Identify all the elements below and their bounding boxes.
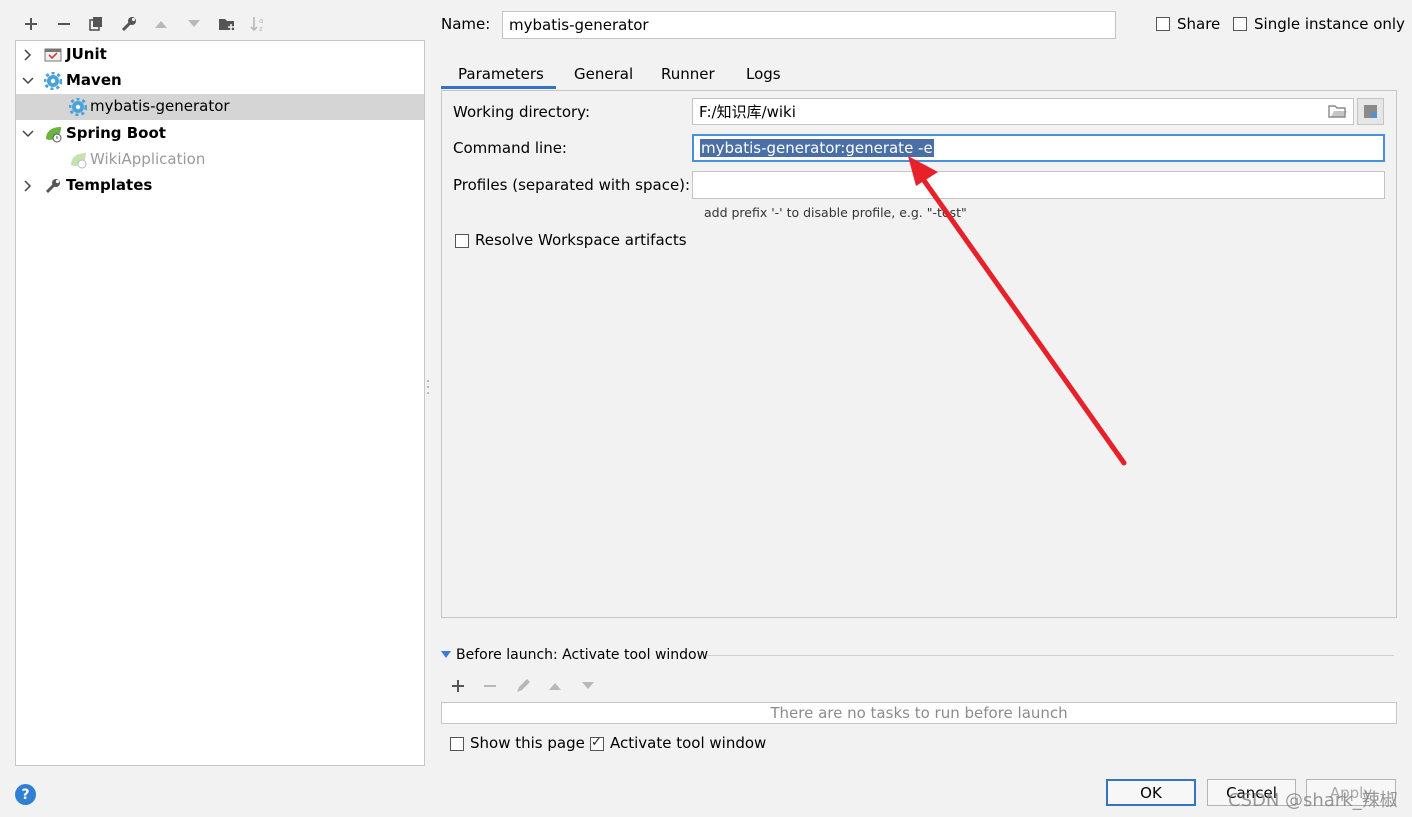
tab-label: Logs bbox=[746, 65, 781, 83]
working-directory-label: Working directory: bbox=[453, 103, 591, 121]
profiles-label: Profiles (separated with space): bbox=[453, 176, 691, 194]
ok-button[interactable]: OK bbox=[1106, 779, 1196, 806]
tree-item-wikiapplication[interactable]: WikiApplication bbox=[16, 147, 424, 173]
resolve-workspace-label: Resolve Workspace artifacts bbox=[475, 231, 687, 249]
name-input[interactable]: mybatis-generator bbox=[502, 11, 1116, 39]
working-directory-input[interactable]: F:/知识库/wiki bbox=[692, 98, 1354, 125]
splitter-handle[interactable] bbox=[426, 378, 430, 396]
tree-item-junit[interactable]: JUnit bbox=[16, 42, 424, 68]
active-tab-indicator bbox=[441, 86, 556, 89]
move-up-icon[interactable] bbox=[149, 12, 173, 36]
wrench-icon[interactable] bbox=[117, 12, 141, 36]
single-instance-label: Single instance only bbox=[1254, 15, 1405, 33]
move-down-icon[interactable] bbox=[182, 12, 206, 36]
svg-text:a: a bbox=[259, 17, 263, 25]
tree-item-mybatis-generator[interactable]: mybatis-generator bbox=[16, 94, 424, 120]
tree-item-spring-boot[interactable]: Spring Boot bbox=[16, 121, 424, 147]
junit-icon bbox=[44, 46, 62, 64]
edit-task-icon[interactable] bbox=[512, 676, 534, 696]
configuration-tree: JUnit Maven mybatis-generator Spring Boo… bbox=[15, 40, 425, 766]
tree-item-label: Spring Boot bbox=[66, 124, 166, 142]
tree-item-label: mybatis-generator bbox=[90, 97, 230, 115]
add-task-icon[interactable] bbox=[447, 676, 469, 696]
chevron-right-icon[interactable] bbox=[19, 45, 37, 65]
empty-task-text: There are no tasks to run before launch bbox=[770, 704, 1068, 722]
command-line-label: Command line: bbox=[453, 139, 567, 157]
copy-icon[interactable] bbox=[84, 12, 108, 36]
maven-gear-icon bbox=[68, 97, 88, 117]
add-icon[interactable] bbox=[19, 12, 43, 36]
chevron-right-icon[interactable] bbox=[19, 176, 37, 196]
tree-item-label: Maven bbox=[66, 71, 122, 89]
annotation-arrow bbox=[908, 156, 1127, 466]
working-directory-value: F:/知识库/wiki bbox=[699, 103, 796, 121]
tab-label: Parameters bbox=[458, 65, 544, 83]
tab-label: General bbox=[574, 65, 634, 83]
section-divider bbox=[707, 655, 1394, 656]
share-checkbox[interactable] bbox=[1156, 17, 1170, 31]
chevron-down-icon[interactable] bbox=[19, 71, 37, 91]
tab-label: Runner bbox=[661, 65, 715, 83]
module-macro-button[interactable] bbox=[1357, 98, 1384, 125]
activate-tool-window-checkbox[interactable] bbox=[590, 735, 604, 751]
folder-open-icon[interactable] bbox=[1328, 103, 1348, 119]
help-icon[interactable]: ? bbox=[15, 784, 36, 805]
name-label: Name: bbox=[441, 15, 491, 33]
show-page-checkbox[interactable] bbox=[450, 737, 464, 751]
tab-logs[interactable]: Logs bbox=[746, 60, 781, 88]
tree-item-label: Templates bbox=[66, 176, 153, 194]
before-launch-task-list[interactable]: There are no tasks to run before launch bbox=[441, 702, 1397, 724]
watermark: CSDN @shark_辣椒 bbox=[1228, 790, 1398, 811]
show-page-label: Show this page bbox=[470, 734, 585, 752]
remove-icon[interactable] bbox=[52, 12, 76, 36]
resolve-workspace-checkbox[interactable] bbox=[455, 234, 469, 248]
spring-leaf-icon bbox=[44, 125, 62, 143]
tab-general[interactable]: General bbox=[574, 60, 633, 88]
single-instance-checkbox[interactable] bbox=[1233, 17, 1247, 31]
tab-parameters[interactable]: Parameters bbox=[458, 60, 544, 88]
wrench-icon bbox=[44, 177, 62, 195]
spring-leaf-icon bbox=[69, 151, 87, 169]
share-label: Share bbox=[1177, 15, 1221, 33]
before-launch-title[interactable]: Before launch: Activate tool window bbox=[456, 647, 708, 663]
tree-item-label: JUnit bbox=[66, 45, 107, 63]
chevron-down-icon[interactable] bbox=[19, 124, 37, 144]
new-folder-icon[interactable] bbox=[215, 12, 239, 36]
activate-tool-window-label: Activate tool window bbox=[610, 734, 767, 752]
tab-runner[interactable]: Runner bbox=[661, 60, 715, 88]
ok-label: OK bbox=[1140, 783, 1162, 802]
maven-gear-icon bbox=[43, 71, 63, 91]
move-task-down-icon[interactable] bbox=[577, 676, 599, 696]
collapse-triangle-icon[interactable] bbox=[441, 651, 451, 658]
remove-task-icon[interactable] bbox=[479, 676, 501, 696]
sort-icon[interactable]: az bbox=[247, 12, 271, 36]
module-icon bbox=[1364, 105, 1377, 118]
move-task-up-icon[interactable] bbox=[544, 676, 566, 696]
tree-item-maven[interactable]: Maven bbox=[16, 68, 424, 94]
tree-item-label: WikiApplication bbox=[90, 150, 206, 168]
tree-item-templates[interactable]: Templates bbox=[16, 173, 424, 199]
svg-text:z: z bbox=[259, 25, 263, 33]
